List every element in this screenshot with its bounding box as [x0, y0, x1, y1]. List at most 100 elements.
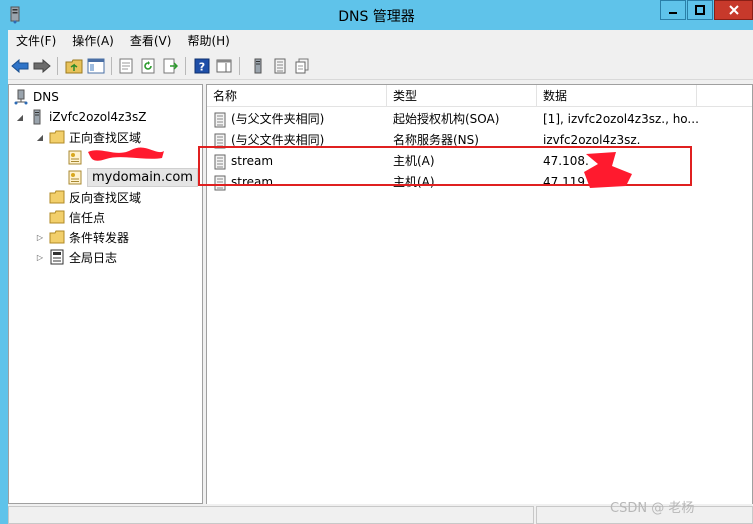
minimize-icon [669, 12, 677, 14]
record-list-icon [274, 58, 286, 74]
record-type: 名称服务器(NS) [393, 133, 479, 147]
tree-node-global-logs[interactable]: ▷ 全局日志 [35, 247, 117, 267]
watermark-text: CSDN @ 老杨 [610, 501, 695, 516]
zone-icon [68, 170, 82, 185]
toolbar-separator [185, 57, 186, 75]
help-button[interactable]: ? [192, 56, 212, 76]
toolbar: ? [8, 52, 753, 80]
folder-icon [49, 230, 65, 244]
collapse-arrow-icon[interactable]: ◢ [35, 133, 45, 142]
menu-action[interactable]: 操作(A) [64, 30, 122, 52]
record-data: izvfc2ozol4z3sz. [543, 133, 641, 147]
title-bar: DNS 管理器 [0, 0, 753, 30]
menu-view[interactable]: 查看(V) [122, 30, 180, 52]
tree-node-server[interactable]: ◢ iZvfc2ozol4z3sZ [15, 107, 146, 127]
server-button[interactable] [248, 56, 268, 76]
server-icon [33, 109, 41, 125]
record-name: stream [231, 175, 274, 189]
properties-button[interactable] [116, 56, 136, 76]
toolbar-separator [111, 57, 112, 75]
action-pane-button[interactable] [214, 56, 234, 76]
show-tree-button[interactable] [86, 56, 106, 76]
record-data: [1], izvfc2ozol4z3sz., ho... [543, 112, 699, 126]
menu-help[interactable]: 帮助(H) [179, 30, 237, 52]
export-list-icon [163, 58, 178, 74]
refresh-button[interactable] [138, 56, 158, 76]
record-button[interactable] [270, 56, 290, 76]
record-name: stream [231, 154, 274, 168]
tree-node-redacted-zone[interactable] [67, 147, 87, 167]
window-title: DNS 管理器 [338, 9, 415, 25]
folder-icon [49, 190, 65, 204]
console-tree: DNS ◢ iZvfc2ozol4z3sZ ◢ 正向查找区域 mydomain.… [8, 84, 203, 504]
copy-record-button[interactable] [292, 56, 312, 76]
tree-label-trust-points: 信任点 [69, 210, 106, 225]
table-row[interactable]: stream 主机(A) 47.108. [207, 151, 752, 172]
column-header-data[interactable]: 数据 [537, 85, 697, 107]
maximize-button[interactable] [687, 0, 713, 20]
svg-text:?: ? [199, 61, 205, 74]
close-icon [728, 5, 739, 15]
table-row[interactable]: (与父文件夹相同) 起始授权机构(SOA) [1], izvfc2ozol4z3… [207, 109, 752, 130]
up-folder-button[interactable] [64, 56, 84, 76]
tree-node-forward-zones[interactable]: ◢ 正向查找区域 [35, 127, 141, 147]
record-icon [214, 133, 226, 148]
toolbar-separator [239, 57, 240, 75]
record-data: 47.119. [543, 175, 589, 189]
column-header-type[interactable]: 类型 [387, 85, 537, 107]
table-row[interactable]: (与父文件夹相同) 名称服务器(NS) izvfc2ozol4z3sz. [207, 130, 752, 151]
export-button[interactable] [160, 56, 180, 76]
toolbar-separator [57, 57, 58, 75]
record-list: 名称 类型 数据 (与父文件夹相同) 起始授权机构(SOA) [1], izvf… [206, 84, 753, 524]
console-tree-icon [87, 58, 105, 74]
status-segment [8, 506, 534, 524]
tree-label-global-logs: 全局日志 [69, 250, 118, 265]
collapse-arrow-icon[interactable]: ◢ [15, 113, 25, 122]
column-header-name[interactable]: 名称 [207, 85, 387, 107]
back-arrow-icon [11, 59, 29, 73]
menu-bar: 文件(F) 操作(A) 查看(V) 帮助(H) [8, 30, 753, 52]
help-icon: ? [194, 58, 210, 74]
close-button[interactable] [714, 0, 753, 20]
expand-arrow-icon[interactable]: ▷ [35, 233, 45, 242]
tree-label-forward-zones: 正向查找区域 [69, 130, 142, 145]
tree-node-mydomain[interactable]: mydomain.com [67, 167, 198, 187]
copy-records-icon [295, 58, 309, 74]
tree-label-reverse-zones: 反向查找区域 [69, 190, 142, 205]
record-icon [214, 112, 226, 127]
tree-node-reverse-zones[interactable]: 反向查找区域 [49, 187, 141, 207]
refresh-icon [141, 58, 155, 74]
tree-node-dns[interactable]: DNS [13, 87, 59, 107]
record-data: 47.108. [543, 154, 589, 168]
record-icon [214, 154, 226, 169]
tree-label-server: iZvfc2ozol4z3sZ [49, 110, 147, 124]
action-pane-icon [216, 59, 232, 73]
folder-icon [49, 130, 65, 144]
list-header: 名称 类型 数据 [207, 85, 752, 107]
forward-arrow-icon [33, 59, 51, 73]
folder-icon [49, 210, 65, 224]
table-row[interactable]: stream 主机(A) 47.119. [207, 172, 752, 193]
tree-label-mydomain: mydomain.com [87, 167, 198, 187]
server-icon [254, 58, 262, 74]
back-button[interactable] [10, 56, 30, 76]
main-content: DNS ◢ iZvfc2ozol4z3sZ ◢ 正向查找区域 mydomain.… [8, 80, 753, 524]
record-type: 主机(A) [393, 154, 435, 168]
tree-node-conditional-forwarders[interactable]: ▷ 条件转发器 [35, 227, 129, 247]
maximize-icon [695, 5, 705, 15]
dns-icon [14, 89, 28, 105]
expand-arrow-icon[interactable]: ▷ [35, 253, 45, 262]
tree-node-trust-points[interactable]: 信任点 [49, 207, 105, 227]
forward-button[interactable] [32, 56, 52, 76]
tree-label-conditional-forwarders: 条件转发器 [69, 230, 130, 245]
folder-up-icon [65, 59, 83, 74]
tree-label-dns: DNS [33, 90, 59, 104]
menu-file[interactable]: 文件(F) [8, 30, 64, 52]
record-type: 主机(A) [393, 175, 435, 189]
event-log-icon [50, 249, 64, 265]
minimize-button[interactable] [660, 0, 686, 20]
record-icon [214, 175, 226, 190]
document-icon [119, 58, 133, 74]
zone-icon [68, 150, 82, 165]
record-name: (与父文件夹相同) [231, 112, 325, 126]
